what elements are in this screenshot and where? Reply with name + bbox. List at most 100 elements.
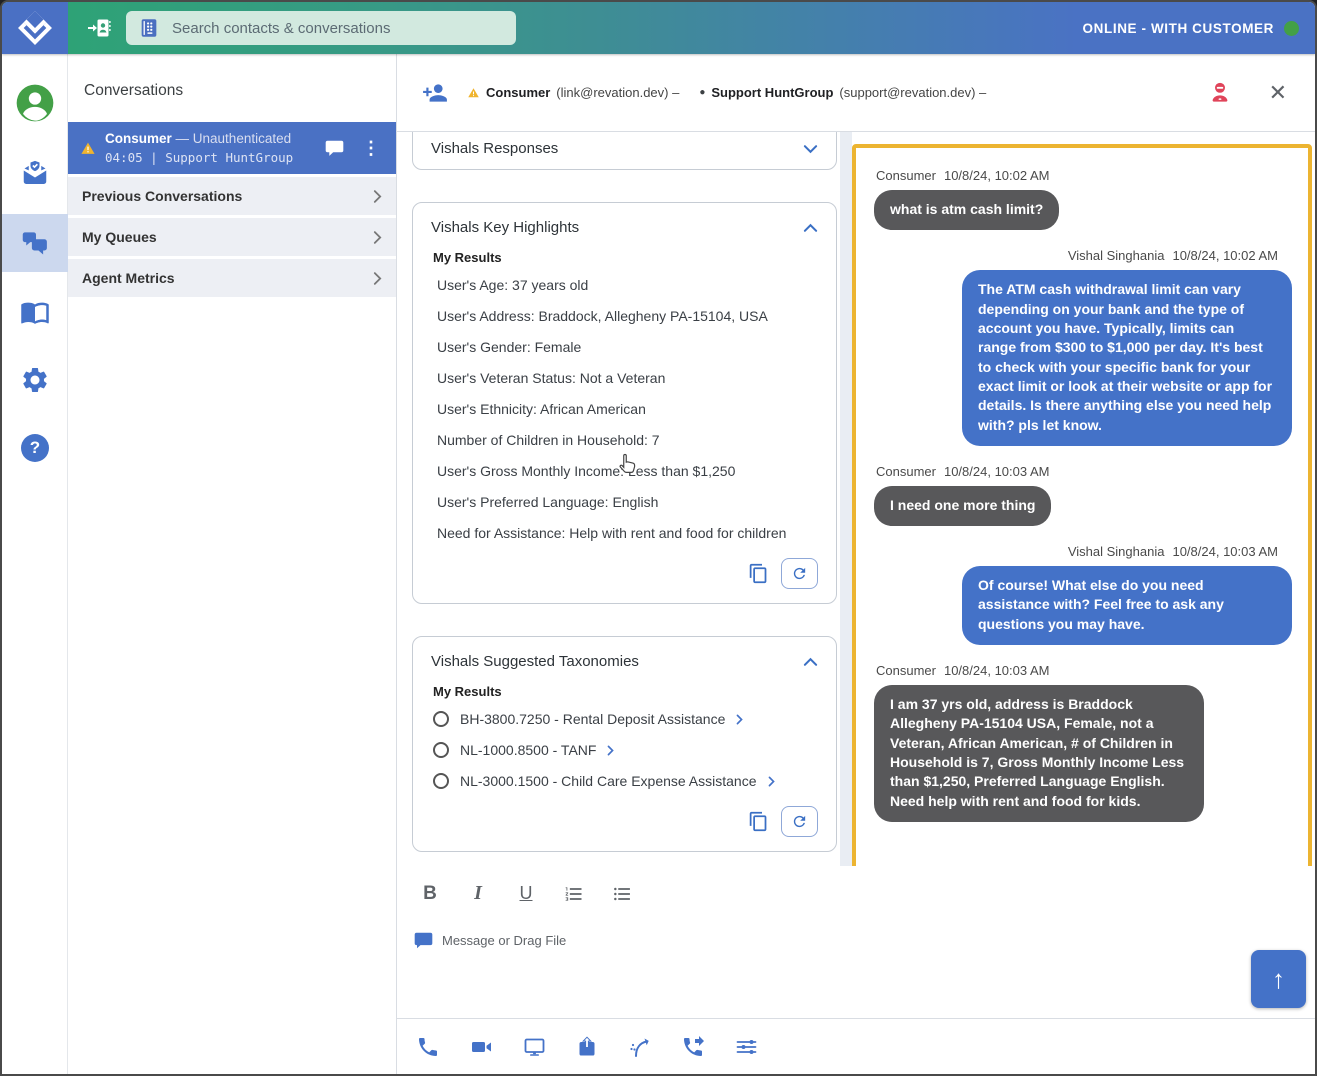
message-author: Vishal Singhania [1068,248,1165,263]
italic-button[interactable]: I [467,882,489,905]
highlight-items: User's Age: 37 years oldUser's Address: … [431,269,818,548]
settings-sliders-icon[interactable] [731,1032,761,1062]
message-timestamp: 10/8/24, 10:03 AM [1172,544,1278,559]
conversation-sections: Previous Conversations My Queues Agent Met… [68,177,396,297]
section-label: My Queues [82,229,373,245]
chat-bubbles-icon [20,228,50,258]
add-person-icon[interactable] [421,80,449,106]
highlight-item: User's Preferred Language: English [431,486,818,517]
sidebar-item-settings[interactable] [2,352,68,408]
highlight-item: User's Address: Braddock, Allegheny PA-1… [431,300,818,331]
kebab-menu-icon[interactable]: ⋮ [358,138,384,159]
chevron-right-icon [373,230,382,245]
message-timestamp: 10/8/24, 10:02 AM [1172,248,1278,263]
warning-icon [467,87,480,99]
chat-header: Consumer (link@revation.dev) – ● Support… [397,54,1315,132]
message-author: Consumer [876,663,936,678]
call-transfer-icon[interactable] [678,1032,708,1062]
chevron-up-icon[interactable] [803,223,818,233]
format-toolbar: B I U [397,866,1315,905]
message-input[interactable]: Message or Drag File [397,905,1315,950]
search-placeholder: Search contacts & conversations [172,20,390,37]
highlight-item: Number of Children in Household: 7 [431,424,818,455]
chevron-link-icon[interactable] [768,776,775,787]
radio-button[interactable] [433,742,449,758]
sidebar-item-help[interactable]: ? [2,420,68,476]
radio-button[interactable] [433,773,449,789]
content-region: Vishals Responses Vishals Key Highlights [397,132,1315,872]
card-vishals-key-highlights: Vishals Key Highlights My Results User's… [412,202,837,604]
section-previous-conversations[interactable]: Previous Conversations [68,177,396,215]
taxonomy-option[interactable]: NL-1000.8500 - TANF [431,734,818,765]
ordered-list-button[interactable] [563,884,585,904]
sidebar-item-inbox[interactable] [2,146,68,202]
section-agent-metrics[interactable]: Agent Metrics [68,259,396,297]
highlight-item: User's Gross Monthly Income: Less than $… [431,455,818,486]
ai-assist-icon[interactable] [625,1032,655,1062]
warning-icon [80,141,96,156]
conversations-panel: Conversations Consumer — Unauthenticated… [68,54,397,1074]
profile-avatar[interactable] [2,72,68,134]
dialpad-contact-icon [138,17,160,39]
section-label: Previous Conversations [82,188,373,204]
refresh-button[interactable] [781,558,818,589]
card-vishals-suggested-taxonomies: Vishals Suggested Taxonomies My Results … [412,636,837,852]
card-title: Vishals Key Highlights [431,219,579,236]
taxonomy-label: BH-3800.7250 - Rental Deposit Assistance [460,711,725,727]
conversations-title: Conversations [68,54,396,122]
chevron-link-icon[interactable] [736,714,743,725]
remove-participant-icon[interactable] [1207,80,1233,106]
message-meta: Vishal Singhania10/8/24, 10:03 AM [1068,544,1278,559]
mail-check-icon [20,159,50,189]
presence-status[interactable]: ONLINE - WITH CUSTOMER [1083,21,1299,36]
card-vishals-responses: Vishals Responses [412,132,837,170]
message-author: Consumer [876,464,936,479]
send-button[interactable]: ↑ [1251,950,1306,1008]
message-bubble-icon[interactable] [324,139,345,158]
help-icon: ? [21,434,49,462]
close-icon[interactable]: ✕ [1269,80,1287,106]
scrollbar-gutter[interactable] [840,132,852,872]
radio-button[interactable] [433,711,449,727]
underline-button[interactable]: U [515,883,537,904]
participant-huntgroup[interactable]: ● Support HuntGroup (support@revation.de… [699,85,986,100]
phone-call-icon[interactable] [413,1032,443,1062]
screen-share-icon[interactable] [519,1032,549,1062]
import-contact-icon[interactable] [86,16,112,40]
highlight-item: Need for Assistance: Help with rent and … [431,517,818,548]
conversation-name-line: Consumer — Unauthenticated [105,131,315,146]
file-share-icon[interactable] [572,1032,602,1062]
refresh-button[interactable] [781,806,818,837]
copy-icon[interactable] [748,810,769,833]
message-meta: Consumer 10/8/24, 10:02 AM [876,168,1050,183]
gear-icon [20,365,50,395]
chevron-link-icon[interactable] [607,745,614,756]
chevron-up-icon[interactable] [803,657,818,667]
message-timestamp: 10/8/24, 10:02 AM [944,168,1050,183]
message-author: Consumer [876,168,936,183]
copy-icon[interactable] [748,562,769,585]
highlight-item: User's Age: 37 years old [431,269,818,300]
section-label: Agent Metrics [82,270,373,286]
bold-button[interactable]: B [419,883,441,905]
search-input[interactable]: Search contacts & conversations [126,11,516,45]
message-bubble: The ATM cash withdrawal limit can vary d… [962,270,1292,446]
message-meta: Vishal Singhania 10/8/24, 10:02 AM [1068,248,1278,263]
sidebar-item-conversations[interactable] [2,214,68,272]
section-my-queues[interactable]: My Queues [68,218,396,256]
taxonomy-option[interactable]: NL-3000.1500 - Child Care Expense Assist… [431,765,818,796]
message-group: Consumer10/8/24, 10:03 AMI am 37 yrs old… [874,659,1298,822]
chevron-right-icon [373,189,382,204]
unordered-list-button[interactable] [611,884,633,904]
chevron-down-icon[interactable] [803,144,818,154]
left-icon-rail: ? [2,54,68,1074]
taxonomy-option[interactable]: BH-3800.7250 - Rental Deposit Assistance [431,703,818,734]
video-call-icon[interactable] [466,1032,496,1062]
sidebar-item-directory[interactable] [2,284,68,340]
app-logo[interactable] [2,2,68,54]
participant-consumer[interactable]: Consumer (link@revation.dev) – [467,85,679,100]
highlight-item: User's Gender: Female [431,331,818,362]
message-group: Consumer10/8/24, 10:02 AMwhat is atm cas… [874,164,1298,230]
taxonomy-label: NL-3000.1500 - Child Care Expense Assist… [460,773,757,789]
conversation-item-consumer[interactable]: Consumer — Unauthenticated 04:05 | Suppo… [68,122,396,174]
